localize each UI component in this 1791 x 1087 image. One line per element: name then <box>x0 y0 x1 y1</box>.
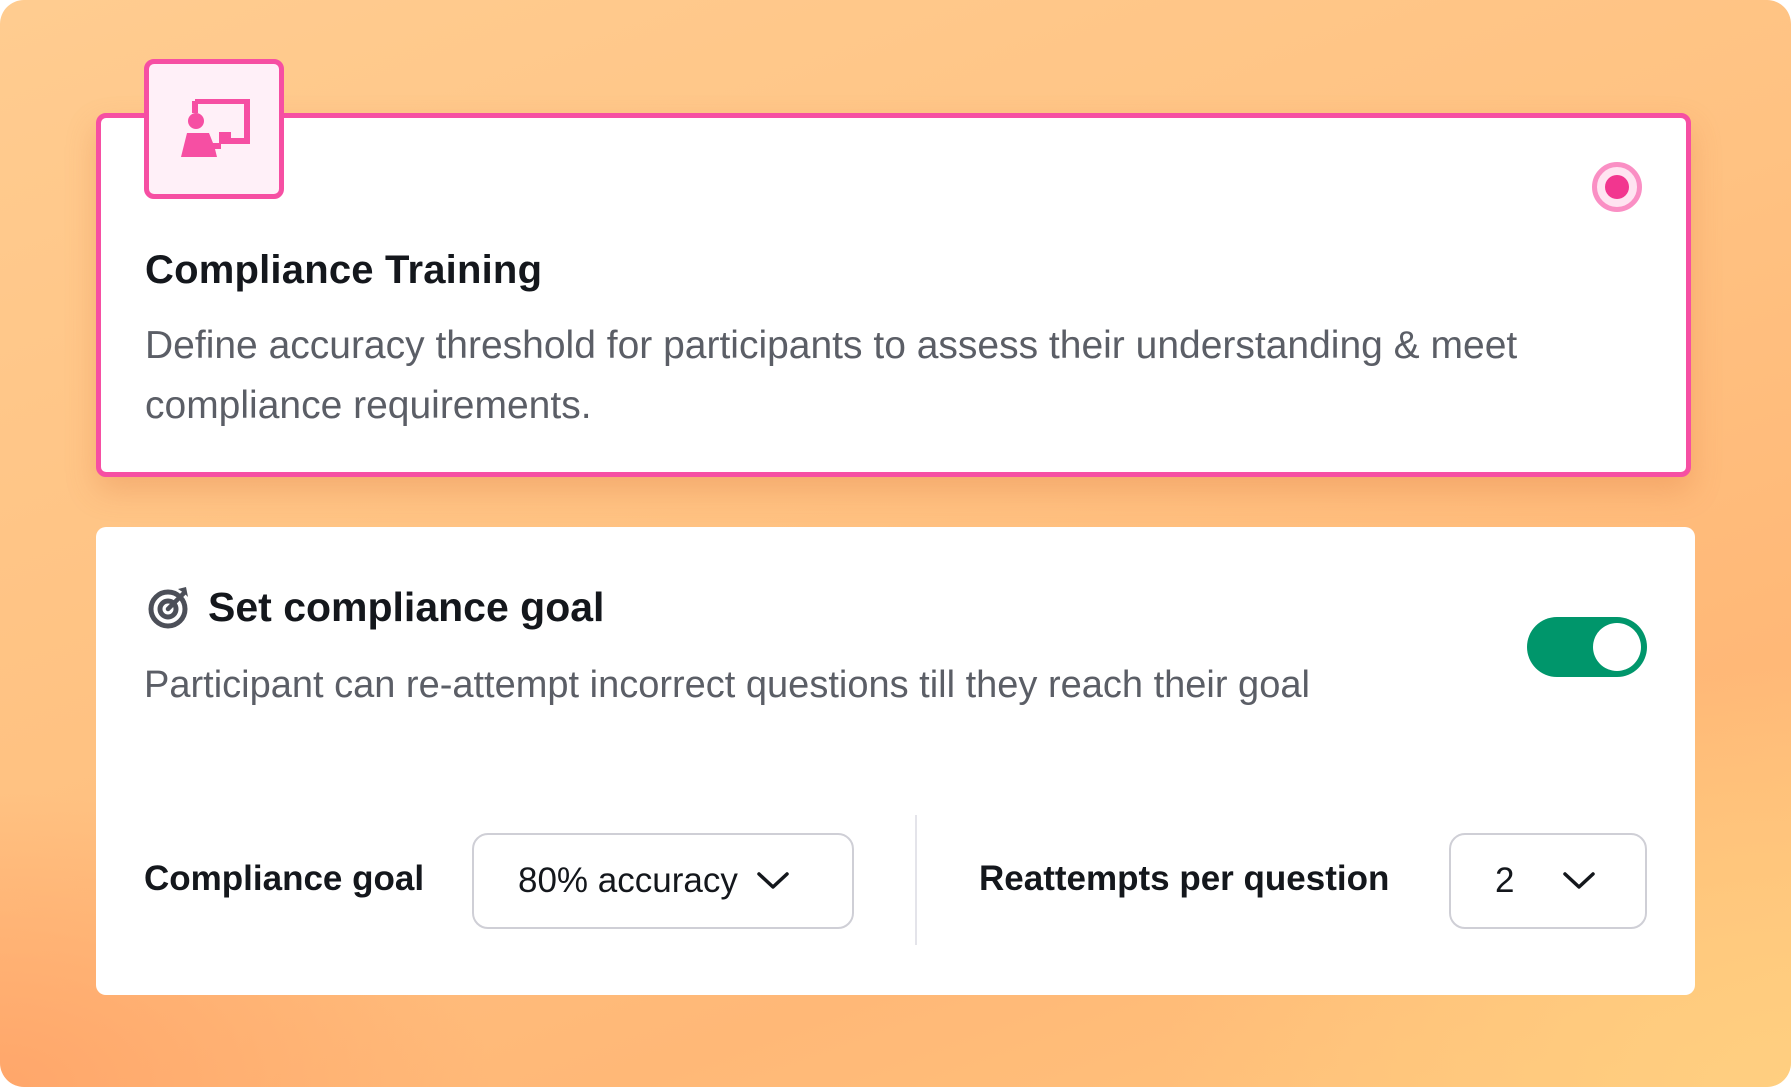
field-divider <box>915 815 917 945</box>
goal-title: Set compliance goal <box>208 583 605 630</box>
radio-selected-dot <box>1605 175 1629 199</box>
page-background: Compliance Training Define accuracy thre… <box>0 0 1791 1087</box>
reattempts-value: 2 <box>1495 861 1515 900</box>
compliance-goal-toggle[interactable] <box>1527 617 1647 677</box>
reattempts-label: Reattempts per question <box>979 859 1390 898</box>
compliance-goal-value: 80% accuracy <box>518 861 738 900</box>
reattempts-dropdown[interactable]: 2 <box>1449 833 1647 929</box>
target-icon <box>148 587 188 629</box>
option-title: Compliance Training <box>145 248 543 292</box>
compliance-training-option-card[interactable]: Compliance Training Define accuracy thre… <box>96 113 1691 477</box>
presentation-icon <box>181 99 250 157</box>
compliance-goal-dropdown[interactable]: 80% accuracy <box>472 833 854 929</box>
toggle-knob <box>1593 623 1641 671</box>
compliance-goal-panel: Set compliance goal Participant can re-a… <box>96 527 1695 995</box>
option-icon-badge <box>144 59 284 199</box>
chevron-down-icon <box>757 872 789 889</box>
compliance-goal-label: Compliance goal <box>144 859 425 898</box>
selected-radio-button[interactable] <box>1592 162 1642 212</box>
chevron-down-icon <box>1563 872 1596 889</box>
goal-header: Set compliance goal <box>146 583 604 631</box>
option-description: Define accuracy threshold for participan… <box>145 324 1518 427</box>
goal-description: Participant can re-attempt incorrect que… <box>144 664 1310 706</box>
